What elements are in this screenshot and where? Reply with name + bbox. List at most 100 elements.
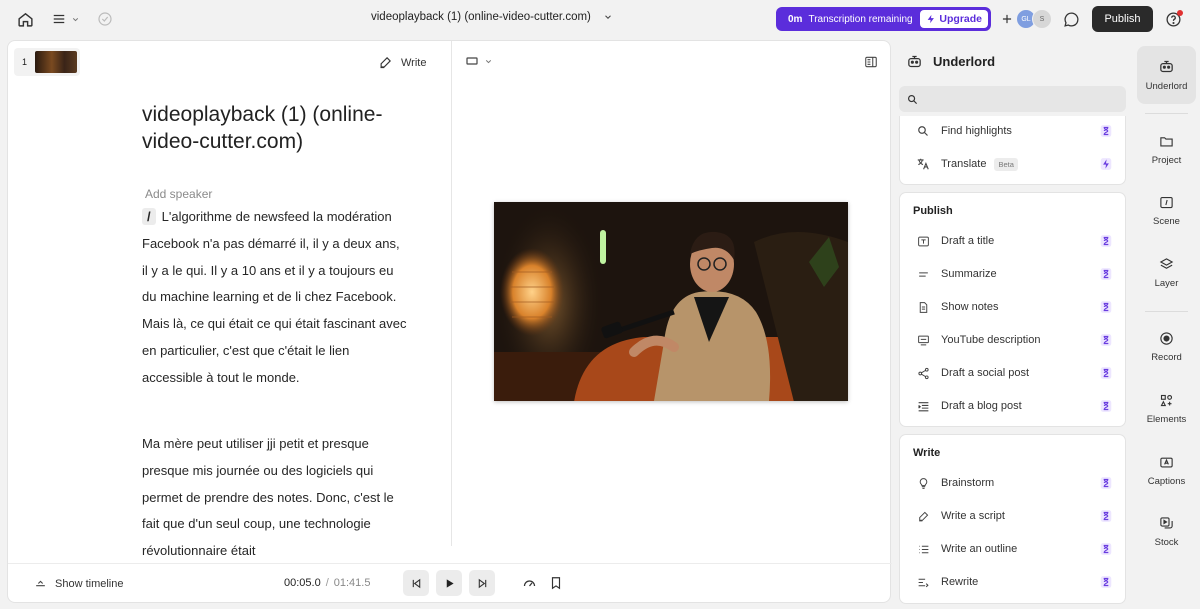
youtube-description-item[interactable]: YouTube description <box>900 325 1127 355</box>
aspect-ratio-dropdown[interactable] <box>466 56 493 66</box>
bullet-list-icon <box>916 542 930 556</box>
right-rail: Underlord Project Scene Layer Record Ele… <box>1137 40 1200 609</box>
chevron-down-icon <box>72 17 79 21</box>
search-icon <box>908 94 918 104</box>
collaborators: GL S <box>998 9 1052 29</box>
editor-panel: 1 Write videoplayback (1) (online-video-… <box>7 40 892 604</box>
rail-scene[interactable]: Scene <box>1137 182 1196 240</box>
help-icon[interactable] <box>1165 10 1183 28</box>
show-notes-item[interactable]: Show notes <box>900 292 1127 322</box>
rail-captions[interactable]: Captions <box>1137 442 1196 500</box>
skip-forward-button[interactable] <box>469 570 495 596</box>
saved-status-icon <box>97 11 113 27</box>
rail-divider <box>1145 311 1188 312</box>
chevron-down-icon <box>485 59 492 63</box>
hourglass-icon <box>1100 268 1112 280</box>
transcription-amount: 0m <box>788 13 803 25</box>
write-button[interactable]: Write <box>378 55 426 70</box>
captions-icon <box>1160 457 1173 468</box>
rail-divider <box>1145 113 1188 114</box>
rail-project[interactable]: Project <box>1137 121 1196 179</box>
slash-command[interactable]: / <box>142 208 156 225</box>
timeline-icon <box>36 580 45 587</box>
play-button[interactable] <box>436 570 462 596</box>
play-icon <box>446 578 454 588</box>
add-speaker-button[interactable]: Add speaker <box>145 187 212 201</box>
rail-record[interactable]: Record <box>1137 318 1196 376</box>
translate-item[interactable]: Translate Beta <box>900 149 1127 179</box>
write-script-item[interactable]: Write a script <box>900 501 1127 531</box>
hourglass-icon <box>1100 235 1112 247</box>
scene-thumbnail[interactable]: 1 <box>14 48 80 76</box>
underlord-search-input[interactable] <box>899 86 1126 112</box>
blog-post-item[interactable]: Draft a blog post <box>900 391 1127 421</box>
social-post-item[interactable]: Draft a social post <box>900 358 1127 388</box>
hourglass-icon <box>1100 477 1112 489</box>
add-collaborator-icon[interactable] <box>998 10 1016 28</box>
search-icon <box>916 124 930 138</box>
bookmark-button[interactable] <box>543 570 569 596</box>
lightning-icon <box>1100 158 1112 170</box>
document-icon <box>916 300 930 314</box>
skip-forward-icon <box>478 578 486 588</box>
transcript-paragraph[interactable]: Ma mère peut utiliser jji petit et presq… <box>142 431 407 565</box>
hourglass-icon <box>1100 510 1112 522</box>
scene-number: 1 <box>22 57 28 67</box>
publish-button[interactable]: Publish <box>1092 6 1153 32</box>
hourglass-icon <box>1100 367 1112 379</box>
avatar[interactable]: S <box>1032 9 1052 29</box>
panel-divider <box>451 41 452 546</box>
skip-back-icon <box>412 578 420 588</box>
home-icon[interactable] <box>17 11 34 28</box>
find-highlights-item[interactable]: Find highlights <box>900 116 1127 146</box>
rail-stock[interactable]: Stock <box>1137 503 1196 561</box>
time-separator: / <box>325 577 329 589</box>
hourglass-icon <box>1100 576 1112 588</box>
doc-title[interactable]: videoplayback (1) (online-video-cutter.c… <box>142 101 402 155</box>
write-outline-item[interactable]: Write an outline <box>900 534 1127 564</box>
tools-card: Find highlights Translate Beta <box>899 116 1126 185</box>
stock-media-icon <box>1160 517 1173 529</box>
lines-icon <box>916 267 930 281</box>
rail-elements[interactable]: Elements <box>1137 380 1196 438</box>
project-title-dropdown[interactable]: videoplayback (1) (online-video-cutter.c… <box>371 11 613 23</box>
comments-icon[interactable] <box>1063 11 1080 28</box>
underlord-header: Underlord <box>906 53 995 70</box>
show-timeline-button[interactable]: Show timeline <box>34 577 123 590</box>
bookmark-icon <box>551 577 561 590</box>
playback-bar: Show timeline 00:05.0 / 01:41.5 <box>8 563 892 604</box>
speed-icon <box>523 579 535 586</box>
timecode: 00:05.0 / 01:41.5 <box>284 577 370 589</box>
skip-back-button[interactable] <box>403 570 429 596</box>
playback-speed-button[interactable] <box>516 570 542 596</box>
robot-icon <box>1160 60 1173 73</box>
chevron-down-icon <box>605 15 611 19</box>
scene-thumbnail-image <box>35 51 78 73</box>
summarize-item[interactable]: Summarize <box>900 259 1127 289</box>
elements-icon <box>1160 394 1173 407</box>
menu-icon <box>53 14 65 24</box>
rewrite-item[interactable]: Rewrite <box>900 567 1127 597</box>
rail-underlord[interactable]: Underlord <box>1137 46 1196 104</box>
upgrade-button[interactable]: Upgrade <box>920 10 988 28</box>
draft-title-item[interactable]: Draft a title <box>900 226 1127 256</box>
toggle-sidebar-icon[interactable] <box>864 55 878 69</box>
rail-layer[interactable]: Layer <box>1137 244 1196 302</box>
hourglass-icon <box>1100 334 1112 346</box>
transcript-paragraph[interactable]: / L'algorithme de newsfeed la modération … <box>142 204 407 392</box>
scene-icon <box>1160 196 1173 209</box>
pen-icon <box>916 509 930 523</box>
notification-dot <box>1177 10 1183 16</box>
brainstorm-item[interactable]: Brainstorm <box>900 468 1127 498</box>
layers-icon <box>1159 258 1174 269</box>
title-icon <box>916 234 930 248</box>
video-preview[interactable] <box>494 202 848 401</box>
hourglass-icon <box>1100 125 1112 137</box>
list-indent-icon <box>916 399 930 413</box>
underlord-panel: Underlord Find highlights Translate Beta… <box>896 40 1132 609</box>
hourglass-icon <box>1100 543 1112 555</box>
record-icon <box>1160 332 1173 345</box>
menu-button[interactable] <box>52 12 80 26</box>
rewrite-icon <box>916 575 930 589</box>
share-icon <box>916 366 930 380</box>
